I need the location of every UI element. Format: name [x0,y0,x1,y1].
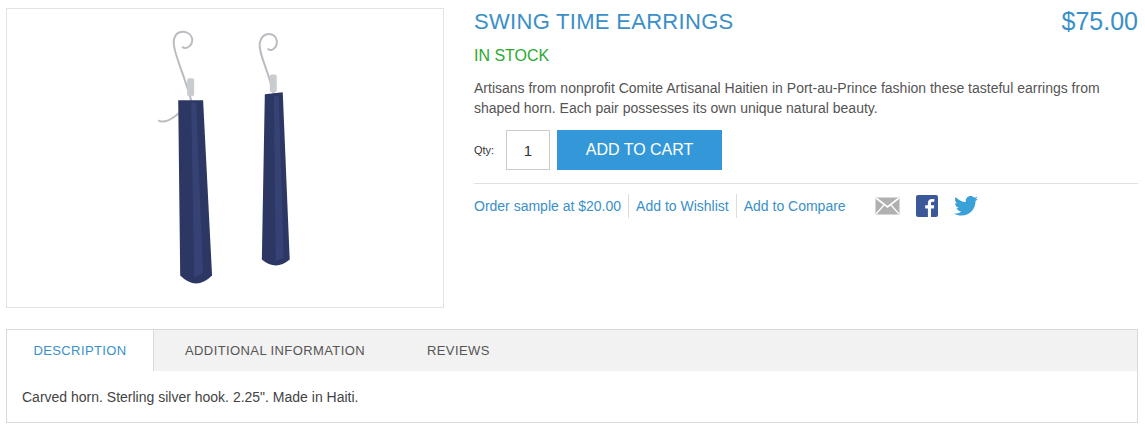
title-row: SWING TIME EARRINGS $75.00 [474,8,1138,36]
tab-label: ADDITIONAL INFORMATION [185,341,365,361]
stock-status: IN STOCK [474,46,1138,66]
actions-row: Order sample at $20.00Add to WishlistAdd… [474,194,1138,218]
tab[interactable]: ADDITIONAL INFORMATION [154,330,396,371]
product-info: SWING TIME EARRINGS $75.00 IN STOCK Artisan… [474,8,1138,308]
product-title: SWING TIME EARRINGS [474,8,734,36]
tab-label: REVIEWS [427,341,490,361]
product-price: $75.00 [1062,6,1138,36]
tabs-panel: DESCRIPTION ADDITIONAL INFORMATION REVIEWS… [6,329,1138,423]
facebook-icon[interactable] [916,195,938,217]
qty-input[interactable] [506,130,550,170]
tab-content: Carved horn. Sterling silver hook. 2.25"… [7,371,1137,422]
tab[interactable]: DESCRIPTION [7,330,154,371]
add-to-cart-button[interactable]: ADD TO CART [557,130,722,170]
tab-text: Carved horn. Sterling silver hook. 2.25"… [22,389,358,405]
mail-icon[interactable] [875,197,900,215]
earrings-icon [7,8,443,308]
divider [474,183,1138,184]
action-link[interactable]: Order sample at $20.00 [474,194,628,218]
product-image[interactable] [6,8,444,308]
action-link[interactable]: Add to Compare [736,194,853,218]
share-icons [875,195,978,217]
qty-row: Qty: ADD TO CART [474,130,1138,170]
product-main: SWING TIME EARRINGS $75.00 IN STOCK Artisan… [6,8,1138,308]
tab-bar: DESCRIPTION ADDITIONAL INFORMATION REVIEWS [7,330,1137,371]
tab-label: DESCRIPTION [33,341,126,361]
product-description: Artisans from nonprofit Comite Artisanal… [474,78,1138,118]
tab[interactable]: REVIEWS [396,330,521,371]
action-link[interactable]: Add to Wishlist [628,194,736,218]
qty-label: Qty: [474,142,506,159]
twitter-icon[interactable] [954,196,978,216]
